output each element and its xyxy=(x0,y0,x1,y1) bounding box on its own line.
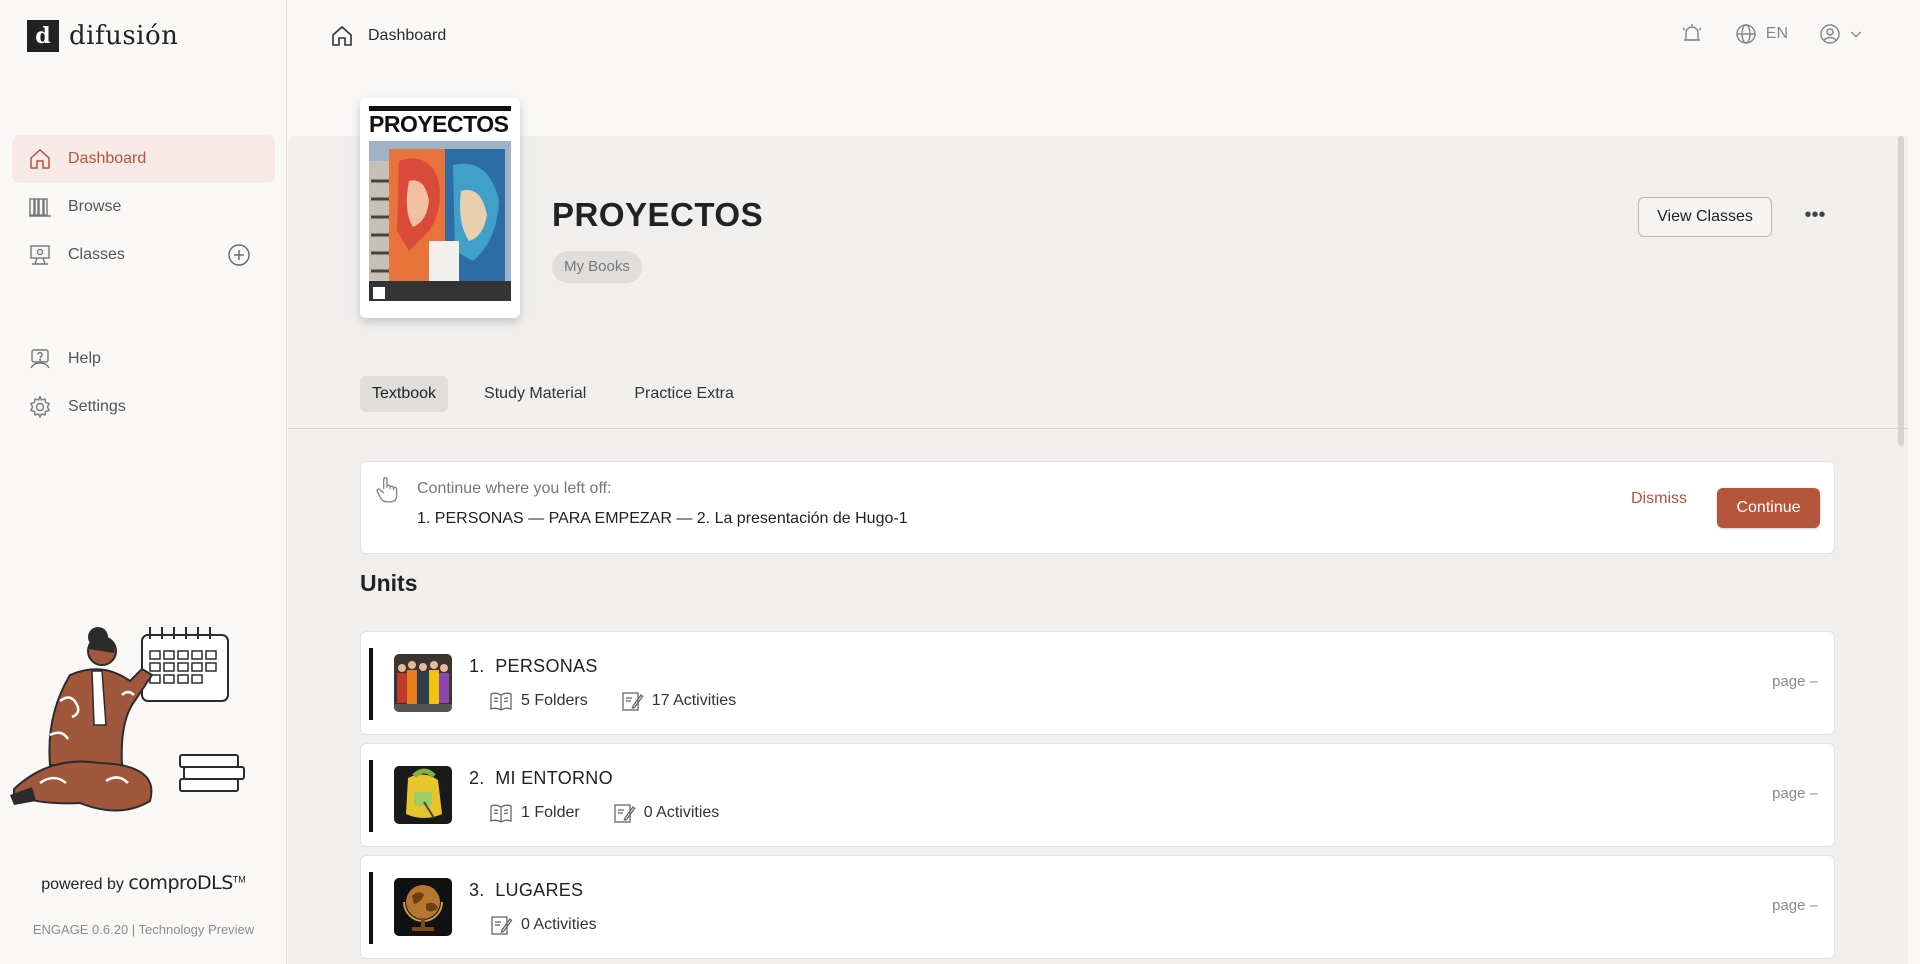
units-heading: Units xyxy=(360,570,418,596)
unit-folders: 1 Folder xyxy=(521,804,580,821)
chevron-down-icon xyxy=(1850,31,1862,38)
sidebar: d difusión Dashboard Browse Classes Help… xyxy=(0,0,287,964)
user-avatar-icon xyxy=(1820,24,1840,44)
powered-brand: comproDLS xyxy=(128,872,233,894)
tab-study-material[interactable]: Study Material xyxy=(472,376,598,412)
unit-folders: 5 Folders xyxy=(521,692,588,709)
unit-activities: 0 Activities xyxy=(521,916,597,933)
powered-prefix: powered by xyxy=(41,876,124,893)
unit-activities: 17 Activities xyxy=(651,692,737,709)
bookshelf-icon xyxy=(29,198,51,217)
book-tabs: Textbook Study Material Practice Extra xyxy=(360,376,760,412)
unit-thumbnail xyxy=(394,766,452,824)
sidebar-item-label: Dashboard xyxy=(68,150,147,167)
add-class-icon[interactable] xyxy=(227,243,251,267)
home-icon xyxy=(332,25,352,46)
powered-by: powered by comproDLSTM xyxy=(0,872,287,894)
user-menu[interactable] xyxy=(1818,22,1864,46)
language-selector[interactable]: EN xyxy=(1734,22,1788,46)
pointing-hand-icon xyxy=(376,476,398,503)
sidebar-item-label: Browse xyxy=(68,198,122,215)
unit-row[interactable]: 2. MI ENTORNO 1 Folder 0 Activities page… xyxy=(360,743,1835,847)
sidebar-item-settings[interactable]: Settings xyxy=(12,383,275,431)
cover-mural-image xyxy=(369,141,511,301)
gear-icon xyxy=(30,395,50,419)
unit-name: MI ENTORNO xyxy=(495,768,613,788)
powered-tm: TM xyxy=(232,874,246,885)
scrollbar[interactable] xyxy=(1898,136,1904,446)
tab-practice-extra[interactable]: Practice Extra xyxy=(622,376,746,412)
home-icon xyxy=(30,148,50,169)
unit-page: page – xyxy=(1772,897,1818,914)
activity-edit-icon xyxy=(622,692,644,711)
unit-page: page – xyxy=(1772,673,1818,690)
sidebar-item-label: Classes xyxy=(68,246,125,263)
book-title: PROYECTOS xyxy=(552,196,764,233)
unit-row[interactable]: 3. LUGARES 0 Activities page – xyxy=(360,855,1835,959)
logo-text: difusión xyxy=(69,21,179,51)
tabs-divider xyxy=(288,428,1908,429)
unit-name: PERSONAS xyxy=(495,656,598,676)
unit-name: LUGARES xyxy=(495,880,584,900)
unit-meta: 0 Activities xyxy=(489,913,597,937)
unit-number: 2. xyxy=(469,768,485,788)
version-info: ENGAGE 0.6.20 | Technology Preview xyxy=(32,922,255,937)
sidebar-item-classes[interactable]: Classes xyxy=(12,231,275,279)
alarm-bell-icon[interactable] xyxy=(1680,22,1704,46)
top-bar: Dashboard EN xyxy=(288,0,1920,72)
unit-activities: 0 Activities xyxy=(643,804,720,821)
unit-meta: 5 Folders 17 Activities xyxy=(489,689,736,713)
logo-mark: d xyxy=(27,20,59,52)
continue-label: Continue where you left off: xyxy=(417,480,612,497)
unit-title: 1. PERSONAS xyxy=(469,656,598,677)
language-code: EN xyxy=(1765,25,1788,42)
my-books-chip[interactable]: My Books xyxy=(552,251,642,283)
tab-textbook[interactable]: Textbook xyxy=(360,376,449,412)
sidebar-item-label: Settings xyxy=(68,398,126,415)
more-options-button[interactable]: ••• xyxy=(1800,205,1830,229)
continue-path: 1. PERSONAS — PARA EMPEZAR — 2. La prese… xyxy=(417,510,908,527)
unit-marker xyxy=(369,648,373,720)
unit-marker xyxy=(369,760,373,832)
continue-card: Continue where you left off: 1. PERSONAS… xyxy=(360,461,1835,554)
open-book-icon xyxy=(490,692,512,711)
classroom-icon xyxy=(30,245,50,265)
breadcrumb[interactable]: Dashboard xyxy=(330,24,446,48)
teacher-illustration xyxy=(10,627,245,812)
dismiss-button[interactable]: Dismiss xyxy=(1631,490,1687,508)
cover-title: PROYECTOS xyxy=(369,106,511,136)
sidebar-item-dashboard[interactable]: Dashboard xyxy=(12,135,275,183)
view-classes-button[interactable]: View Classes xyxy=(1638,197,1772,237)
unit-page: page – xyxy=(1772,785,1818,802)
help-icon xyxy=(30,349,50,369)
unit-title: 3. LUGARES xyxy=(469,880,583,901)
globe-icon xyxy=(1736,24,1756,44)
unit-number: 1. xyxy=(469,656,485,676)
unit-thumbnail xyxy=(394,878,452,936)
unit-thumbnail xyxy=(394,654,452,712)
sidebar-item-browse[interactable]: Browse xyxy=(12,183,275,231)
activity-edit-icon xyxy=(614,804,636,823)
brand-logo[interactable]: d difusión xyxy=(27,20,178,52)
unit-marker xyxy=(369,872,373,944)
unit-number: 3. xyxy=(469,880,485,900)
sidebar-item-label: Help xyxy=(68,350,101,367)
book-cover[interactable]: PROYECTOS xyxy=(360,98,520,318)
unit-row[interactable]: 1. PERSONAS 5 Folders 17 Activities page… xyxy=(360,631,1835,735)
unit-meta: 1 Folder 0 Activities xyxy=(489,801,719,825)
continue-button[interactable]: Continue xyxy=(1717,488,1820,528)
activity-edit-icon xyxy=(491,916,513,935)
open-book-icon xyxy=(490,804,512,823)
breadcrumb-label: Dashboard xyxy=(368,27,447,44)
sidebar-item-help[interactable]: Help xyxy=(12,335,275,383)
unit-title: 2. MI ENTORNO xyxy=(469,768,613,789)
